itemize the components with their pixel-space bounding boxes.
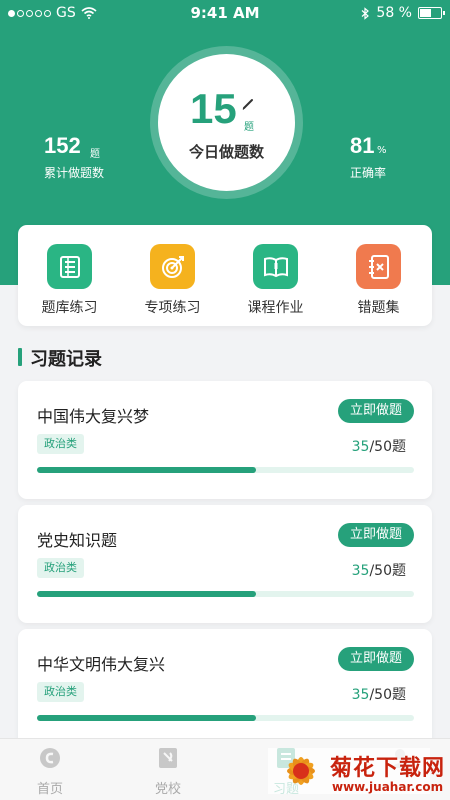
question-bank-icon — [47, 244, 92, 289]
watermark-url: www.juahar.com — [332, 780, 444, 794]
battery-label: 58 % — [376, 5, 412, 21]
tab-home[interactable]: 首页 — [0, 739, 100, 800]
record-title: 党史知识题 — [37, 531, 118, 550]
watermark-text: 菊花下载网 — [330, 755, 446, 781]
record-title: 中华文明伟大复兴 — [37, 655, 166, 674]
target-icon — [150, 244, 195, 289]
section-accent-bar — [18, 348, 22, 366]
done-count: 35 — [351, 563, 370, 579]
watermark: 菊花下载网 www.juahar.com — [268, 744, 448, 800]
wrong-notebook-icon — [356, 244, 401, 289]
menu-label: 题库练习 — [41, 300, 98, 316]
status-bar: GS 9:41 AM 58 % — [0, 0, 450, 28]
book-icon — [253, 244, 298, 289]
category-tag: 政治类 — [37, 682, 84, 702]
progress-track — [37, 591, 414, 597]
progress-fill — [37, 467, 256, 473]
total-count: /50题 — [369, 563, 406, 579]
progress-track — [37, 467, 414, 473]
today-count: 15 — [190, 85, 237, 132]
menu-label: 专项练习 — [144, 300, 201, 316]
battery-level — [420, 9, 432, 17]
accuracy-value: 81 — [350, 133, 375, 158]
record-count: 35/50题 — [352, 560, 406, 580]
tab-label: 党校 — [154, 782, 181, 797]
status-right: 58 % — [361, 5, 445, 21]
start-practice-button[interactable]: 立即做题 — [338, 647, 414, 671]
record-card[interactable]: 中国伟大复兴梦 立即做题 政治类 35/50题 — [18, 381, 432, 499]
progress-fill — [37, 591, 256, 597]
record-card[interactable]: 中华文明伟大复兴 立即做题 政治类 35/50题 — [18, 629, 432, 747]
category-tag: 政治类 — [37, 434, 84, 454]
record-title: 中国伟大复兴梦 — [37, 407, 150, 426]
menu-label: 课程作业 — [247, 300, 304, 316]
menu-item-special-practice[interactable]: 专项练习 — [121, 225, 224, 326]
menu-item-wrong-questions[interactable]: 错题集 — [327, 225, 430, 326]
total-unit: 题 — [90, 149, 100, 160]
total-count: /50题 — [369, 687, 406, 703]
category-tag: 政治类 — [37, 558, 84, 578]
party-school-icon — [159, 748, 177, 768]
menu-item-question-bank[interactable]: 题库练习 — [18, 225, 121, 326]
record-card[interactable]: 党史知识题 立即做题 政治类 35/50题 — [18, 505, 432, 623]
battery-icon — [418, 7, 445, 19]
section-title: 习题记录 — [30, 349, 102, 370]
bluetooth-icon — [362, 6, 370, 20]
done-count: 35 — [351, 439, 370, 455]
today-unit: 题 — [244, 122, 254, 133]
today-label: 今日做题数 — [188, 143, 264, 161]
menu-label: 错题集 — [357, 300, 400, 316]
total-count: 152 — [44, 133, 81, 158]
progress-fill — [37, 715, 256, 721]
record-count: 35/50题 — [352, 436, 406, 456]
done-count: 35 — [351, 687, 370, 703]
feature-menu: 题库练习 专项练习 课程作业 错题集 — [18, 225, 432, 326]
tab-party-school[interactable]: 党校 — [118, 739, 218, 800]
start-practice-button[interactable]: 立即做题 — [338, 523, 414, 547]
tab-label: 首页 — [36, 782, 63, 797]
total-count: /50题 — [369, 439, 406, 455]
start-practice-button[interactable]: 立即做题 — [338, 399, 414, 423]
record-count: 35/50题 — [352, 684, 406, 704]
total-label: 累计做题数 — [44, 166, 105, 180]
chrysanthemum-logo-icon — [287, 757, 315, 785]
menu-item-course-homework[interactable]: 课程作业 — [224, 225, 327, 326]
accuracy-unit: % — [377, 145, 387, 156]
progress-track — [37, 715, 414, 721]
home-icon — [40, 748, 60, 768]
pencil-icon — [242, 99, 253, 110]
accuracy-label: 正确率 — [350, 166, 387, 180]
